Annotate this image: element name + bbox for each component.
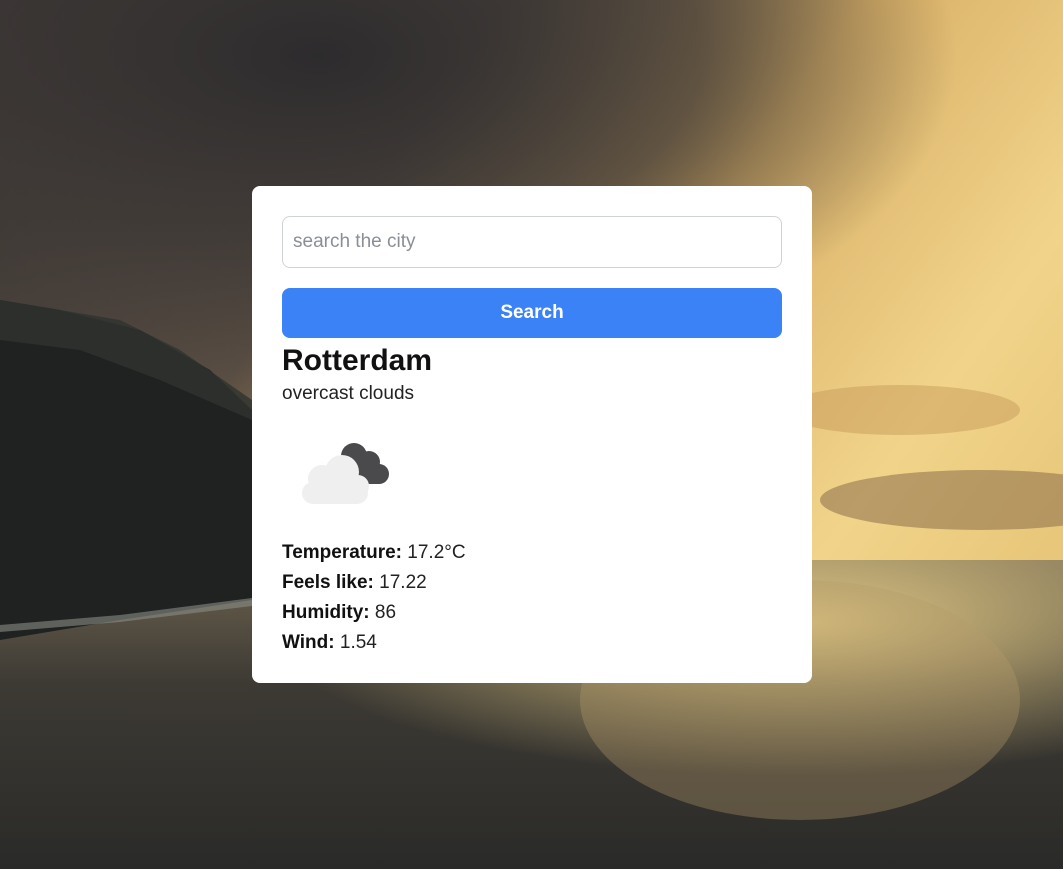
stat-label: Temperature: (282, 542, 408, 563)
weather-stats: Temperature: 17.2°C Feels like: 17.22 Hu… (282, 538, 782, 658)
weather-description: overcast clouds (282, 383, 415, 404)
search-input[interactable] (282, 216, 782, 268)
overcast-clouds-icon (302, 443, 389, 504)
stat-wind: Wind: 1.54 (282, 628, 782, 658)
stat-value: 17.22 (379, 572, 427, 593)
stat-label: Humidity: (282, 602, 375, 623)
stat-label: Wind: (282, 632, 340, 653)
stat-value: 1.54 (339, 632, 377, 653)
search-button[interactable]: Search (282, 288, 782, 338)
weather-card: Search Rotterdam overcast clouds Tempera… (252, 186, 812, 683)
stat-feels-like: Feels like: 17.22 (282, 568, 782, 598)
stat-label: Feels like: (282, 572, 380, 593)
city-name: Rotterdam (282, 344, 433, 377)
stat-value: 86 (374, 602, 397, 623)
stat-temperature: Temperature: 17.2°C (282, 538, 782, 568)
stat-humidity: Humidity: 86 (282, 598, 782, 628)
stat-value: 17.2°C (407, 542, 466, 563)
